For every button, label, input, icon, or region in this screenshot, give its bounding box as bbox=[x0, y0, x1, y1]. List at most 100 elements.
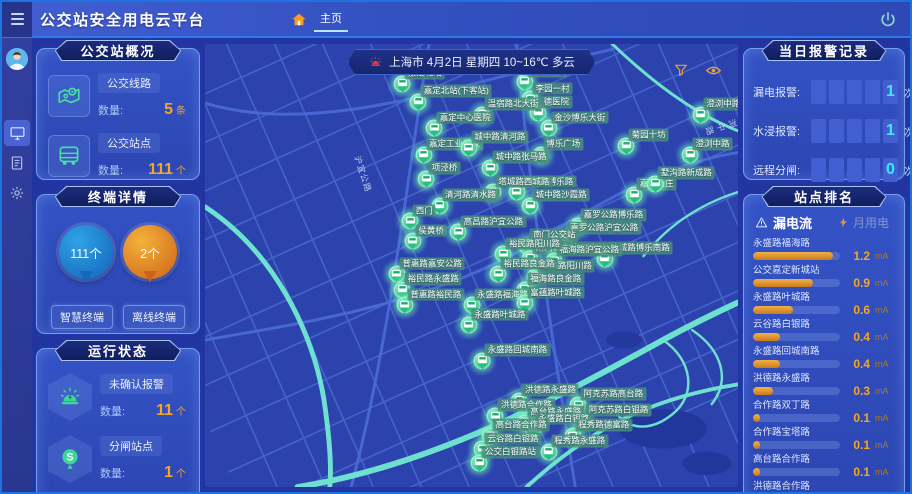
panel-station-ranking: 站点排名 漏电流 月用电 永盛路福海路1.2mA公交嘉定新城站0.9mA永盛路叶… bbox=[743, 194, 905, 494]
segment-box bbox=[829, 119, 844, 143]
bar-fill bbox=[753, 468, 760, 476]
stat-bus-stops: 公交站点 数量: 111 个 bbox=[48, 133, 188, 179]
bar-track bbox=[753, 306, 840, 314]
map-marker[interactable]: 永盛路叶城路 bbox=[460, 317, 477, 334]
count-value: 1 bbox=[164, 464, 173, 482]
svg-text:S: S bbox=[66, 452, 73, 464]
leakage-unit: mA bbox=[875, 386, 895, 396]
titlebar: 公交站安全用电云平台 主页 bbox=[2, 2, 910, 38]
left-column: 公交站概况 公交线路 数量: 5 条 bbox=[36, 42, 200, 487]
ranking-row: 云谷路白银路0.4mA bbox=[753, 319, 895, 343]
map-marker[interactable]: 嘉定北站(下客站) bbox=[410, 93, 427, 110]
stat-switched-off-stations: S 分闸站点 数量: 1 个 bbox=[48, 435, 188, 483]
power-icon[interactable] bbox=[878, 10, 898, 30]
map-marker[interactable]: 嘉定工业学校 bbox=[415, 146, 432, 163]
sidebar-item-monitor[interactable] bbox=[4, 120, 30, 146]
marker-label: 裕民路永盛路 bbox=[405, 273, 462, 286]
segment-box bbox=[865, 158, 880, 182]
leakage-value: 0.4 bbox=[845, 330, 870, 344]
station-name: 永盛路福海路 bbox=[753, 238, 895, 250]
map-marker[interactable]: 城中路张马路 bbox=[482, 160, 499, 177]
filter-icon[interactable] bbox=[673, 62, 689, 84]
map-marker[interactable]: 城中路清河路 bbox=[460, 140, 477, 157]
nav-home[interactable]: 主页 bbox=[290, 2, 348, 38]
map-marker[interactable]: 澄浏中路站 bbox=[692, 106, 709, 123]
stat-label: 公交线路 bbox=[98, 73, 160, 93]
alarm-unit: 次 bbox=[904, 85, 912, 100]
lightning-icon bbox=[838, 217, 849, 228]
station-name: 合作路双丁路 bbox=[753, 400, 895, 412]
station-name: 洪德路合作路 bbox=[753, 481, 895, 493]
map-marker[interactable]: 金沙博乐大街 bbox=[540, 120, 557, 137]
gear-icon bbox=[9, 185, 25, 201]
map-marker[interactable]: 程秀路永盛路 bbox=[540, 443, 557, 460]
tab-leakage-current[interactable]: 漏电流 bbox=[755, 213, 812, 232]
sidebar-item-settings[interactable] bbox=[4, 180, 30, 206]
map-marker[interactable]: 公交白银路站 bbox=[471, 454, 488, 471]
leakage-unit: mA bbox=[875, 251, 895, 261]
eye-icon[interactable] bbox=[705, 62, 722, 84]
segment-box bbox=[811, 119, 826, 143]
marker-label: 嘉定中心医院 bbox=[437, 111, 494, 124]
map-marker[interactable]: 裕民路良金路 bbox=[490, 266, 507, 283]
marker-label: 永盛路回城南路 bbox=[485, 344, 551, 357]
sidebar-item-report[interactable] bbox=[4, 150, 30, 176]
alarm-count: 1 bbox=[883, 80, 898, 104]
alarm-unit: 次 bbox=[904, 163, 912, 178]
panel-running-status: 运行状态 未确认报警 数量: 11 个 bbox=[36, 348, 200, 494]
page-title: 公交站安全用电云平台 bbox=[40, 9, 205, 30]
avatar[interactable] bbox=[6, 48, 28, 70]
count-label: 数量: bbox=[100, 403, 125, 419]
alarm-rows: 漏电报警:1次水浸报警:1次远程分闸:0次 bbox=[753, 80, 895, 182]
offline-terminal-label[interactable]: 离线终端 bbox=[123, 305, 185, 329]
leakage-value: 1.2 bbox=[845, 249, 870, 263]
tab-monthly-power[interactable]: 月用电 bbox=[838, 214, 889, 231]
segment-box bbox=[811, 158, 826, 182]
map-marker[interactable]: 墅沟路新成路 bbox=[647, 175, 664, 192]
panel-header: 站点排名 bbox=[762, 186, 887, 207]
report-icon bbox=[9, 155, 25, 171]
station-name: 合作路宝塔路 bbox=[753, 427, 895, 439]
leakage-value: 0.4 bbox=[845, 357, 870, 371]
offline-terminal-balloon[interactable]: 2个 bbox=[123, 225, 177, 279]
marker-label: 阿克苏路高台路 bbox=[581, 388, 647, 401]
marker-label: 墅沟路新成路 bbox=[658, 166, 715, 179]
map-marker[interactable]: 高昌路沪宜公路 bbox=[450, 224, 467, 241]
smart-terminal-balloon[interactable]: 111个 bbox=[59, 225, 113, 279]
station-name: 云谷路白银路 bbox=[753, 319, 895, 331]
station-name: 永盛路叶城路 bbox=[753, 292, 895, 304]
map-controls bbox=[673, 62, 722, 84]
bar-track bbox=[753, 441, 840, 449]
marker-label: 程秀路德富路 bbox=[575, 419, 632, 432]
weather-text: 上海市 4月2日 星期四 10~16℃ 多云 bbox=[389, 54, 575, 70]
leakage-value: 0.6 bbox=[845, 303, 870, 317]
map-marker[interactable]: 普惠路裕民路 bbox=[396, 297, 413, 314]
panel-header: 当日报警记录 bbox=[762, 40, 887, 61]
ranking-row: 洪德路永盛路0.3mA bbox=[753, 373, 895, 397]
marker-label: 温宿路北大街 bbox=[485, 98, 542, 111]
alarm-row: 水浸报警:1次 bbox=[753, 119, 895, 143]
leakage-value: 0.1 bbox=[845, 411, 870, 425]
menu-toggle-icon[interactable] bbox=[2, 1, 32, 37]
bar-fill bbox=[753, 252, 833, 260]
switch-station-icon: S bbox=[48, 435, 92, 483]
alarm-label: 远程分闸: bbox=[753, 162, 811, 178]
map-marker[interactable]: 澄浏中路 bbox=[682, 146, 699, 163]
bus-route-icon bbox=[48, 75, 90, 117]
bar-track bbox=[753, 468, 840, 476]
alarm-row: 远程分闸:0次 bbox=[753, 158, 895, 182]
marker-label: 项泾桥 bbox=[429, 162, 461, 175]
map-marker[interactable]: 项泾桥 bbox=[418, 171, 435, 188]
map-marker[interactable]: 城中路沙霞路 bbox=[522, 197, 539, 214]
map-marker[interactable]: 侯黄桥 bbox=[404, 233, 421, 250]
map[interactable]: 上海市 4月2日 星期四 10~16℃ 多云 嘉定北站嘉定北站(下客站)李园二村… bbox=[205, 44, 738, 487]
bar-fill bbox=[753, 360, 780, 368]
weather-bar: 上海市 4月2日 星期四 10~16℃ 多云 bbox=[347, 49, 596, 75]
map-marker[interactable]: 嘉定中心医院 bbox=[426, 120, 443, 137]
warning-icon bbox=[755, 216, 768, 229]
smart-terminal-label[interactable]: 智慧终端 bbox=[51, 305, 113, 329]
marker-label: 高台路合作路 bbox=[493, 419, 550, 432]
leakage-value: 0.1 bbox=[845, 438, 870, 452]
map-marker[interactable]: 永盛路回城南路 bbox=[474, 352, 491, 369]
map-marker[interactable]: 菊园十坊 bbox=[618, 137, 635, 154]
